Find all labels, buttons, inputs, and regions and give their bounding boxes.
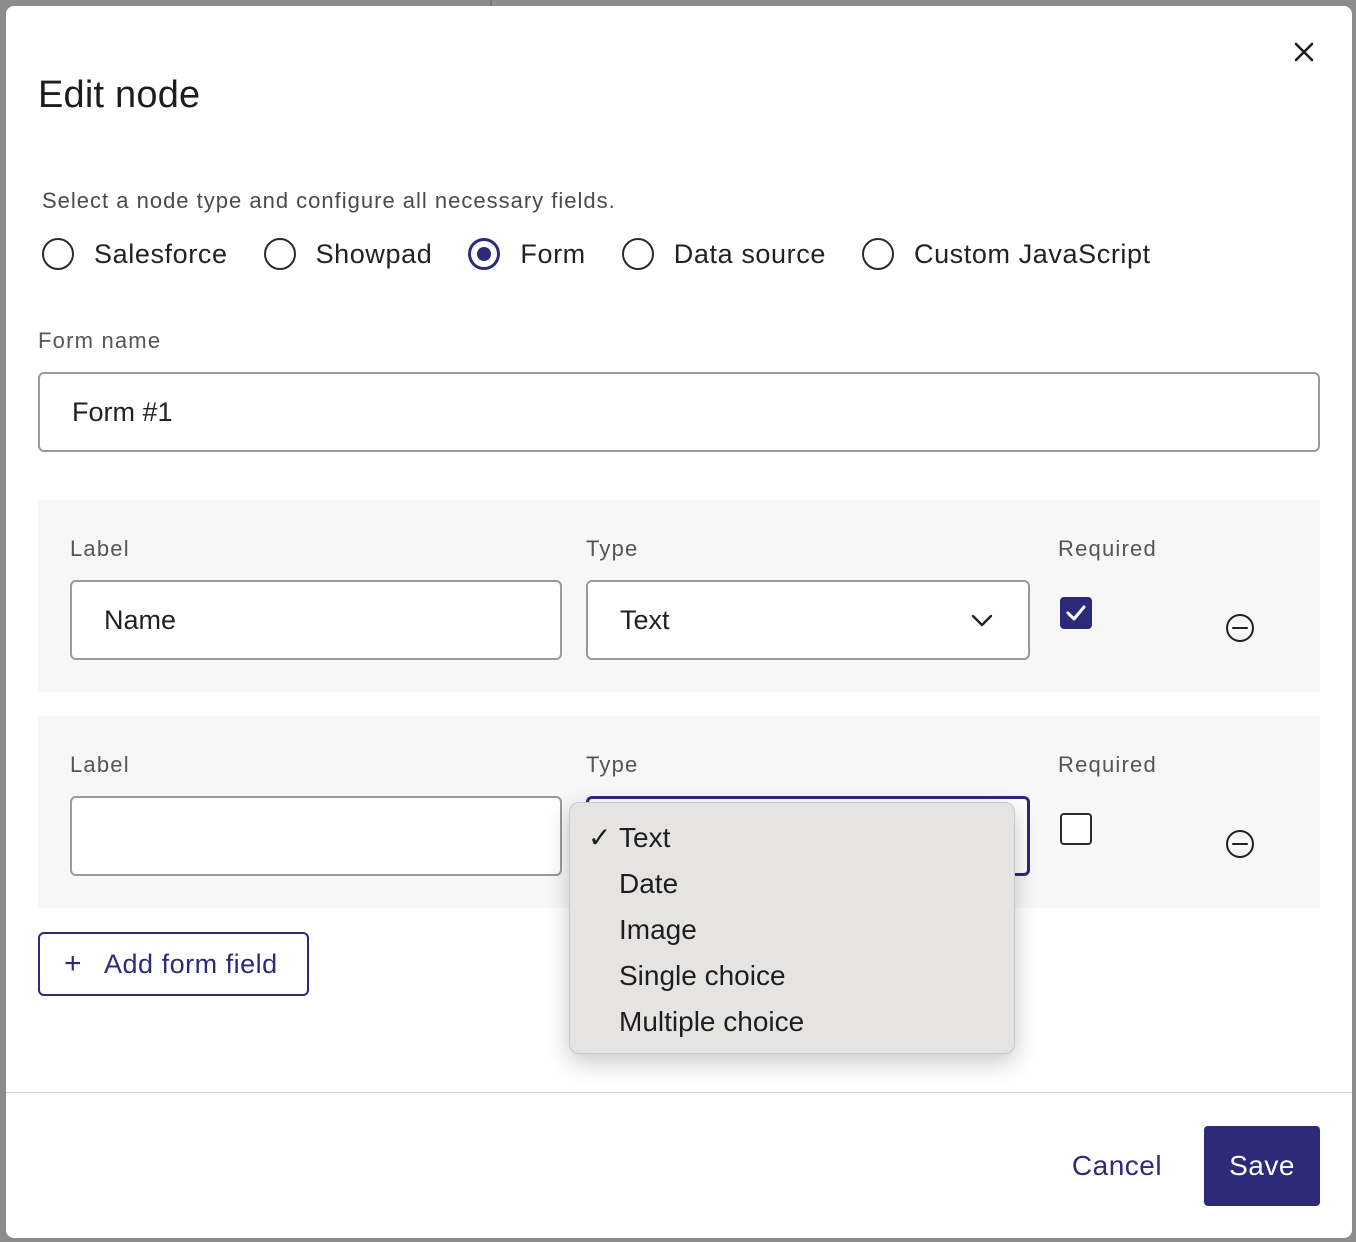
field-label-header: Label: [70, 752, 130, 777]
field-type-header: Type: [586, 752, 639, 777]
form-field-row: Label Type Required Name Text: [38, 500, 1320, 692]
option-label: Date: [619, 868, 679, 899]
radio-button-icon[interactable]: [621, 238, 654, 270]
add-form-field-label: Add form field: [104, 948, 278, 979]
remove-circle-icon[interactable]: [1224, 612, 1256, 644]
field-type-select[interactable]: Text: [586, 580, 1030, 660]
type-dropdown-menu: ✓ Text Date Image Single choice Multiple…: [569, 802, 1015, 1054]
field-required-header: Required: [1058, 752, 1157, 777]
radio-label: Data source: [673, 238, 826, 269]
radio-button-icon[interactable]: [263, 238, 296, 270]
dropdown-option-single-choice[interactable]: Single choice: [570, 953, 1014, 999]
radio-form[interactable]: Form: [468, 238, 585, 270]
field-label-input[interactable]: [70, 796, 562, 876]
radio-data-source[interactable]: Data source: [621, 238, 826, 270]
chevron-down-icon: [971, 614, 993, 627]
dropdown-option-text[interactable]: ✓ Text: [570, 815, 1014, 861]
radio-showpad[interactable]: Showpad: [263, 238, 433, 270]
radio-button-icon[interactable]: [861, 238, 894, 270]
cancel-button[interactable]: Cancel: [1054, 1126, 1180, 1206]
option-label: Image: [619, 914, 697, 945]
form-name-label: Form name: [38, 328, 162, 353]
radio-custom-javascript[interactable]: Custom JavaScript: [861, 238, 1151, 270]
dialog-subtitle: Select a node type and configure all nec…: [42, 188, 616, 213]
form-name-input[interactable]: Form #1: [38, 372, 1320, 452]
node-type-radio-group: Salesforce Showpad Form Data source Cust…: [42, 235, 1151, 273]
select-value: Text: [620, 604, 670, 635]
dialog-title: Edit node: [38, 74, 201, 116]
plus-icon: +: [64, 947, 83, 980]
dropdown-option-multiple-choice[interactable]: Multiple choice: [570, 999, 1014, 1045]
edit-node-dialog: Edit node Select a node type and configu…: [6, 6, 1352, 1238]
dropdown-option-date[interactable]: Date: [570, 861, 1014, 907]
radio-button-icon[interactable]: [42, 238, 74, 270]
checkmark-icon: [1066, 605, 1086, 621]
option-label: Single choice: [619, 960, 786, 991]
required-checkbox[interactable]: [1060, 597, 1092, 629]
save-button[interactable]: Save: [1204, 1126, 1320, 1206]
radio-label: Custom JavaScript: [913, 238, 1151, 269]
required-checkbox[interactable]: [1060, 813, 1092, 845]
option-label: Multiple choice: [619, 1006, 805, 1037]
remove-circle-icon[interactable]: [1224, 828, 1256, 860]
footer-divider: [6, 1092, 1352, 1093]
checkmark-icon: ✓: [588, 822, 612, 853]
option-label: Text: [619, 822, 671, 853]
radio-label: Form: [520, 238, 586, 269]
radio-label: Salesforce: [94, 238, 228, 269]
dropdown-option-image[interactable]: Image: [570, 907, 1014, 953]
field-label-header: Label: [70, 536, 130, 561]
radio-button-selected-icon[interactable]: [468, 238, 501, 270]
close-icon[interactable]: [1288, 36, 1320, 68]
field-type-header: Type: [586, 536, 639, 561]
add-form-field-button[interactable]: + Add form field: [38, 932, 309, 996]
field-label-input[interactable]: Name: [70, 580, 562, 660]
field-required-header: Required: [1058, 536, 1157, 561]
radio-label: Showpad: [315, 238, 433, 269]
radio-dot: [477, 247, 492, 261]
radio-salesforce[interactable]: Salesforce: [42, 238, 228, 270]
